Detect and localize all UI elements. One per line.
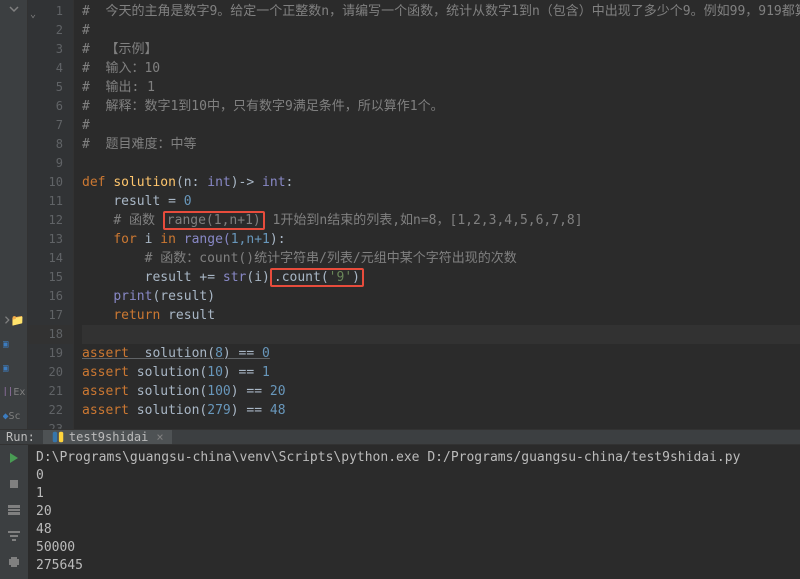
left-sidebar: 📁 ▣ ▣ ||Ex ◆Sc [0,0,28,429]
sidebar-sc[interactable]: ◆Sc [3,407,25,425]
run-label: Run: [6,430,35,444]
layout-button[interactable] [5,501,23,519]
print-icon [8,556,20,568]
line-number[interactable]: 5 [28,78,73,97]
run-output[interactable]: D:\Programs\guangsu-china\venv\Scripts\p… [28,445,800,579]
line-number[interactable]: 13 [28,230,73,249]
filter-button[interactable] [5,527,23,545]
line-number[interactable]: 20 [28,363,73,382]
stop-button[interactable] [5,475,23,493]
sidebar-collapse[interactable] [0,0,27,18]
python-file-icon: ▣ [3,339,9,350]
sidebar-ex[interactable]: ||Ex [3,383,25,401]
line-number[interactable]: 14 [28,249,73,268]
folder-icon: 📁 [11,314,25,327]
highlight-box-count: .count('9') [270,268,364,287]
line-number[interactable]: 4 [28,59,73,78]
line-number[interactable]: 15 [28,268,73,287]
chevron-down-icon [9,4,19,14]
chevron-right-icon [3,315,11,325]
sidebar-py-file[interactable]: ▣ [3,335,25,353]
python-file-icon: ▣ [3,363,9,374]
line-number[interactable]: 12 [28,211,73,230]
line-number[interactable]: 6 [28,97,73,116]
stop-icon [9,479,19,489]
line-number[interactable]: 7 [28,116,73,135]
line-number[interactable]: 17 [28,306,73,325]
run-tab[interactable]: test9shidai × [43,430,172,444]
layout-icon [8,505,20,515]
filter-icon [8,531,20,541]
sidebar-py-file-2[interactable]: ▣ [3,359,25,377]
line-number[interactable]: 18 [28,325,73,344]
line-number[interactable]: 22 [28,401,73,420]
highlight-box-range: range(1,n+1) [163,211,265,230]
line-number[interactable]: 9 [28,154,73,173]
run-tab-name: test9shidai [69,430,148,444]
line-number[interactable]: 23 [28,420,73,429]
run-panel: Run: test9shidai × D [0,429,800,579]
run-header: Run: test9shidai × [0,430,800,445]
python-icon [51,430,65,444]
line-number[interactable]: ⌄1 [28,2,73,21]
line-gutter: ⌄1 2 3 4 5 6 7 8 9 10 11 12 13 14 15 16 … [28,0,74,429]
line-number[interactable]: 19 [28,344,73,363]
sidebar-expand[interactable]: 📁 [3,311,25,329]
print-button[interactable] [5,553,23,571]
play-icon [8,452,20,464]
rerun-button[interactable] [5,449,23,467]
close-icon[interactable]: × [156,430,163,444]
line-number[interactable]: 16 [28,287,73,306]
run-toolbar [0,445,28,579]
code-editor[interactable]: # 今天的主角是数字9。给定一个正整数n，请编写一个函数，统计从数字1到n（包含… [74,0,800,429]
line-number[interactable]: 21 [28,382,73,401]
line-number[interactable]: 8 [28,135,73,154]
line-number[interactable]: 3 [28,40,73,59]
line-number[interactable]: 2 [28,21,73,40]
line-number[interactable]: 11 [28,192,73,211]
line-number[interactable]: 10 [28,173,73,192]
editor-area: 📁 ▣ ▣ ||Ex ◆Sc ⌄1 2 3 4 5 6 7 8 9 10 11 … [0,0,800,429]
